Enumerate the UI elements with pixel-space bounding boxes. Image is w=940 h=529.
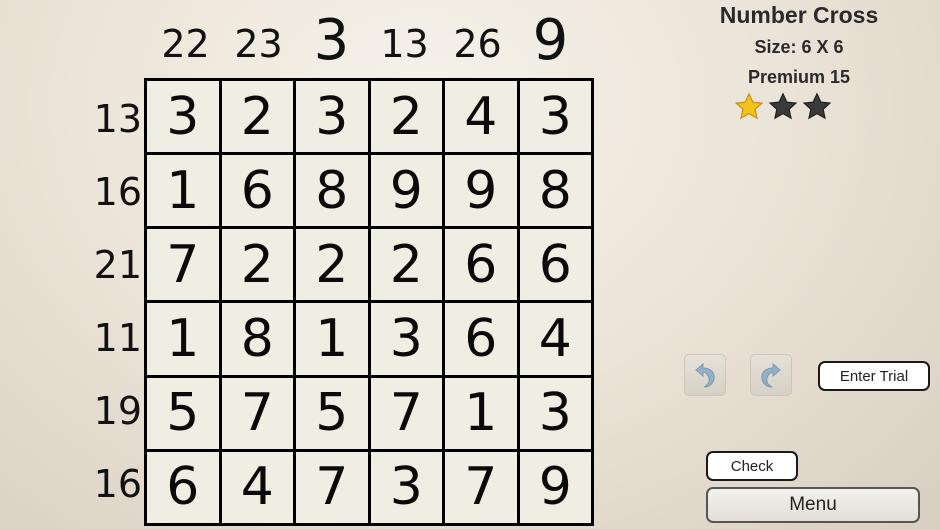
grid-cell[interactable]: 1: [445, 377, 517, 449]
grid-cell[interactable]: 7: [147, 229, 219, 301]
star-empty-icon: [802, 92, 832, 120]
puzzle-title: Number Cross: [719, 2, 879, 28]
grid-cell[interactable]: 1: [147, 303, 219, 375]
row-clue: 16: [93, 461, 142, 506]
grid-cell[interactable]: 4: [445, 81, 517, 153]
grid-cell[interactable]: 8: [296, 155, 368, 227]
grid-cell[interactable]: 6: [445, 229, 517, 301]
grid-cell[interactable]: 9: [370, 155, 442, 227]
row-clue: 19: [93, 388, 142, 433]
row-clue: 16: [93, 169, 142, 214]
grid-cell[interactable]: 1: [296, 303, 368, 375]
grid-cell[interactable]: 4: [519, 303, 591, 375]
grid-cell[interactable]: 2: [221, 81, 293, 153]
column-clue: 23: [234, 22, 283, 66]
grid-cell[interactable]: 7: [370, 377, 442, 449]
grid-cell[interactable]: 9: [445, 155, 517, 227]
puzzle-level: Premium 15: [747, 67, 851, 87]
grid-cell[interactable]: 3: [519, 81, 591, 153]
grid-cell[interactable]: 6: [445, 303, 517, 375]
grid-cell[interactable]: 5: [147, 377, 219, 449]
grid-cell[interactable]: 2: [296, 229, 368, 301]
redo-arrow-icon: [761, 362, 781, 388]
grid-cell[interactable]: 1: [147, 155, 219, 227]
grid-cell[interactable]: 6: [519, 229, 591, 301]
column-clue: 13: [380, 22, 429, 66]
puzzle-grid: 3 2 3 2 4 3 1 6 8 9 9 8 7 2 2 2 6 6 1 8 …: [144, 78, 594, 526]
grid-cell[interactable]: 8: [221, 303, 293, 375]
check-button[interactable]: Check: [706, 451, 798, 481]
grid-cell[interactable]: 2: [221, 229, 293, 301]
grid-cell[interactable]: 7: [221, 377, 293, 449]
undo-button[interactable]: [684, 354, 726, 396]
star-filled-icon: [734, 92, 764, 120]
grid-cell[interactable]: 3: [296, 81, 368, 153]
row-clue: 11: [93, 315, 142, 360]
grid-cell[interactable]: 9: [519, 451, 591, 523]
column-clue: 3: [313, 7, 350, 73]
star-empty-icon: [768, 92, 798, 120]
column-clue: 22: [161, 22, 210, 66]
grid-cell[interactable]: 6: [147, 451, 219, 523]
undo-arrow-icon: [695, 362, 715, 388]
grid-cell[interactable]: 3: [370, 303, 442, 375]
grid-cell[interactable]: 2: [370, 81, 442, 153]
grid-cell[interactable]: 3: [370, 451, 442, 523]
grid-cell[interactable]: 2: [370, 229, 442, 301]
grid-cell[interactable]: 3: [519, 377, 591, 449]
column-clue: 26: [453, 22, 502, 66]
grid-cell[interactable]: 5: [296, 377, 368, 449]
redo-button[interactable]: [750, 354, 792, 396]
grid-cell[interactable]: 7: [445, 451, 517, 523]
grid-cell[interactable]: 7: [296, 451, 368, 523]
column-clue: 9: [532, 7, 569, 73]
grid-cell[interactable]: 4: [221, 451, 293, 523]
menu-button[interactable]: Menu: [706, 487, 920, 523]
row-clue: 21: [93, 242, 142, 287]
grid-cell[interactable]: 8: [519, 155, 591, 227]
star-rating: [734, 92, 832, 122]
enter-trial-button[interactable]: Enter Trial: [818, 361, 930, 391]
grid-cell[interactable]: 6: [221, 155, 293, 227]
row-clue: 13: [93, 96, 142, 141]
grid-cell[interactable]: 3: [147, 81, 219, 153]
puzzle-size: Size: 6 X 6: [754, 37, 844, 57]
